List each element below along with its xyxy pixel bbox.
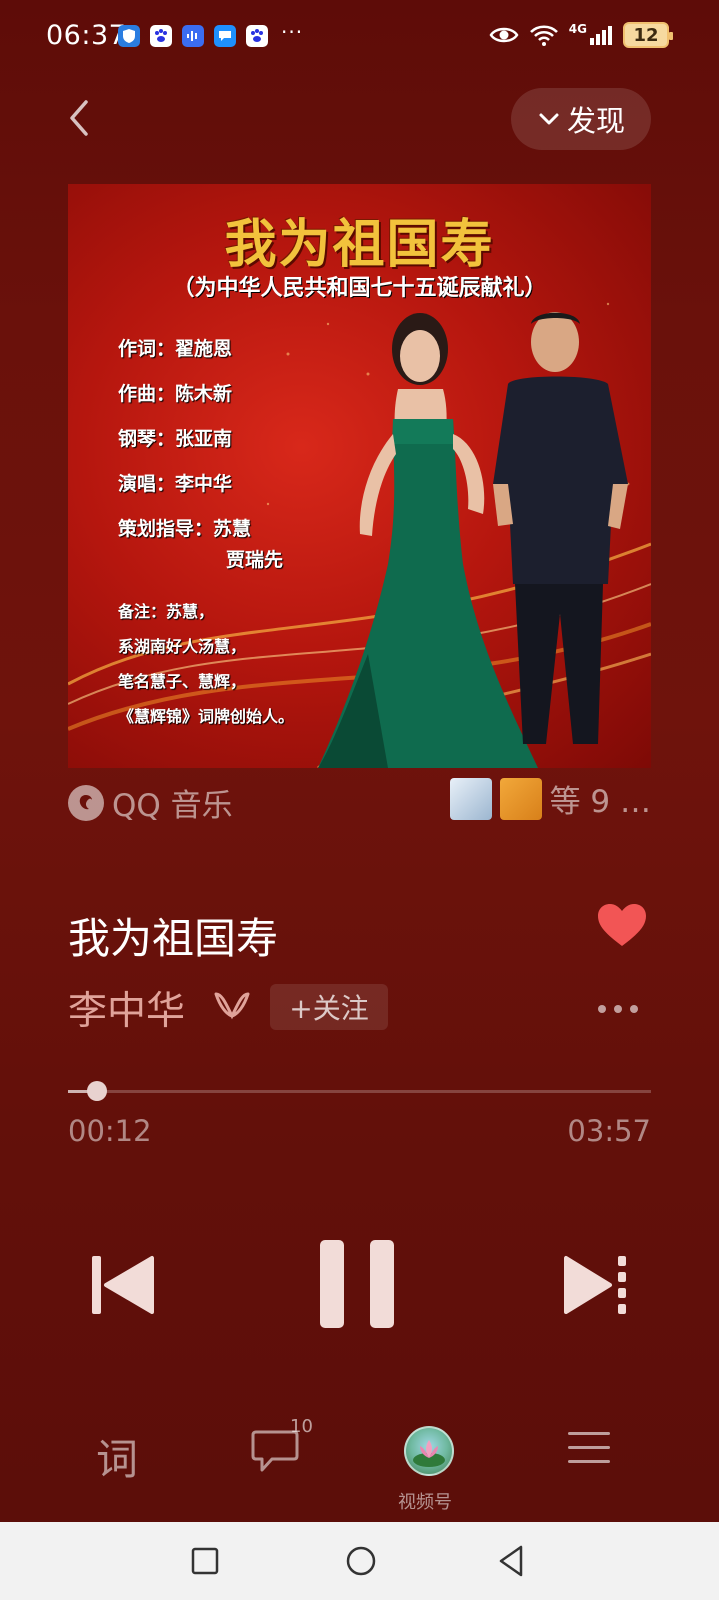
credit-line: 作曲：陈木新 [118, 383, 233, 405]
dot [598, 1005, 606, 1013]
listeners-count: 等 9 … [549, 784, 651, 820]
pause-icon [320, 1240, 394, 1328]
lyrics-tab[interactable]: 词 [96, 1426, 138, 1487]
status-time: 06:37 [46, 20, 127, 51]
discover-label: 发现 [566, 104, 625, 138]
pause-button[interactable] [318, 1238, 398, 1330]
heart-icon [598, 904, 646, 946]
cover-notes: 备注：苏慧， 系湖南好人汤慧， 笔名慧子、慧辉， 《慧辉锦》词牌创始人。 [118, 594, 294, 734]
note-line: 《慧辉锦》词牌创始人。 [118, 707, 295, 726]
status-more: ··· [281, 20, 304, 44]
channels-tab-avatar[interactable] [404, 1426, 454, 1476]
recent-apps-button[interactable] [190, 1546, 220, 1576]
dot [614, 1005, 622, 1013]
comment-count-badge: 10 [290, 1416, 313, 1437]
credit-line: 钢琴：张亚南 [118, 428, 233, 450]
voice-app-icon [182, 25, 204, 47]
credit-line: 贾瑞先 [226, 549, 284, 571]
credit-line: 演唱：李中华 [118, 473, 233, 495]
cover-title: 我为祖国寿 [224, 215, 495, 275]
baidu-app-icon-2 [246, 25, 268, 47]
next-track-button[interactable] [560, 1252, 632, 1318]
artist-verified-icon [212, 990, 252, 1020]
playlist-tab[interactable] [568, 1430, 610, 1466]
credit-line: 作词：翟施恩 [118, 338, 233, 360]
listener-avatar [499, 777, 542, 820]
cover-credits: 作词：翟施恩 作曲：陈木新 钢琴：张亚南 演唱：李中华 策划指导：苏慧 贾瑞先 [118, 334, 283, 590]
network-type: 4G [568, 22, 587, 36]
discover-button[interactable]: 发现 [511, 88, 651, 150]
like-button[interactable] [596, 902, 648, 948]
total-time: 03:57 [567, 1114, 651, 1148]
circle-icon [346, 1546, 376, 1576]
source-name: QQ 音乐 [112, 788, 233, 824]
progress-thumb[interactable] [87, 1081, 108, 1101]
follow-button[interactable]: +关注 [270, 984, 388, 1030]
more-options-button[interactable] [598, 1000, 646, 1018]
triangle-back-icon [499, 1545, 523, 1577]
shield-app-icon [118, 25, 140, 47]
system-back-button[interactable] [496, 1544, 526, 1578]
cover-subtitle: （为中华人民共和国七十五诞辰献礼） [172, 276, 547, 301]
menu-icon [568, 1432, 610, 1463]
battery-indicator: 12 [623, 22, 673, 48]
channels-tab-label: 视频号 [398, 1492, 452, 1513]
progress-track[interactable] [68, 1090, 651, 1093]
lotus-avatar-icon [413, 1440, 445, 1467]
listener-avatar [449, 777, 492, 820]
note-line: 备注：苏慧， [118, 602, 215, 621]
chevron-down-icon [539, 113, 559, 125]
source-label[interactable]: QQ 音乐 [68, 780, 233, 825]
chevron-left-icon [70, 100, 88, 136]
qq-music-icon [68, 784, 104, 821]
singer-figure [318, 313, 538, 768]
dot [630, 1005, 638, 1013]
baidu-app-icon [150, 25, 172, 47]
square-icon [191, 1547, 219, 1575]
wifi-icon [529, 25, 558, 46]
note-line: 系湖南好人汤慧， [118, 637, 247, 656]
status-app-icons [118, 25, 268, 47]
system-navigation-bar [0, 1522, 719, 1600]
note-line: 笔名慧子、慧辉， [118, 672, 247, 691]
signal-icon [590, 26, 612, 45]
home-button[interactable] [344, 1544, 378, 1578]
song-title: 我为祖国寿 [68, 914, 279, 963]
artist-name[interactable]: 李中华 [68, 980, 185, 1036]
message-app-icon [214, 25, 236, 47]
previous-track-button[interactable] [88, 1252, 160, 1318]
listeners-row[interactable]: 等 9 … [449, 776, 651, 821]
skip-previous-icon [92, 1256, 154, 1314]
back-button[interactable] [60, 96, 100, 140]
album-cover[interactable]: 我为祖国寿 （为中华人民共和国七十五诞辰献礼） 作词：翟施恩 作曲：陈木新 钢琴… [68, 184, 651, 768]
skip-next-queue-icon [564, 1256, 626, 1314]
current-time: 00:12 [68, 1114, 152, 1148]
status-indicators: 4G 12 [489, 22, 673, 48]
eye-icon [489, 27, 519, 43]
